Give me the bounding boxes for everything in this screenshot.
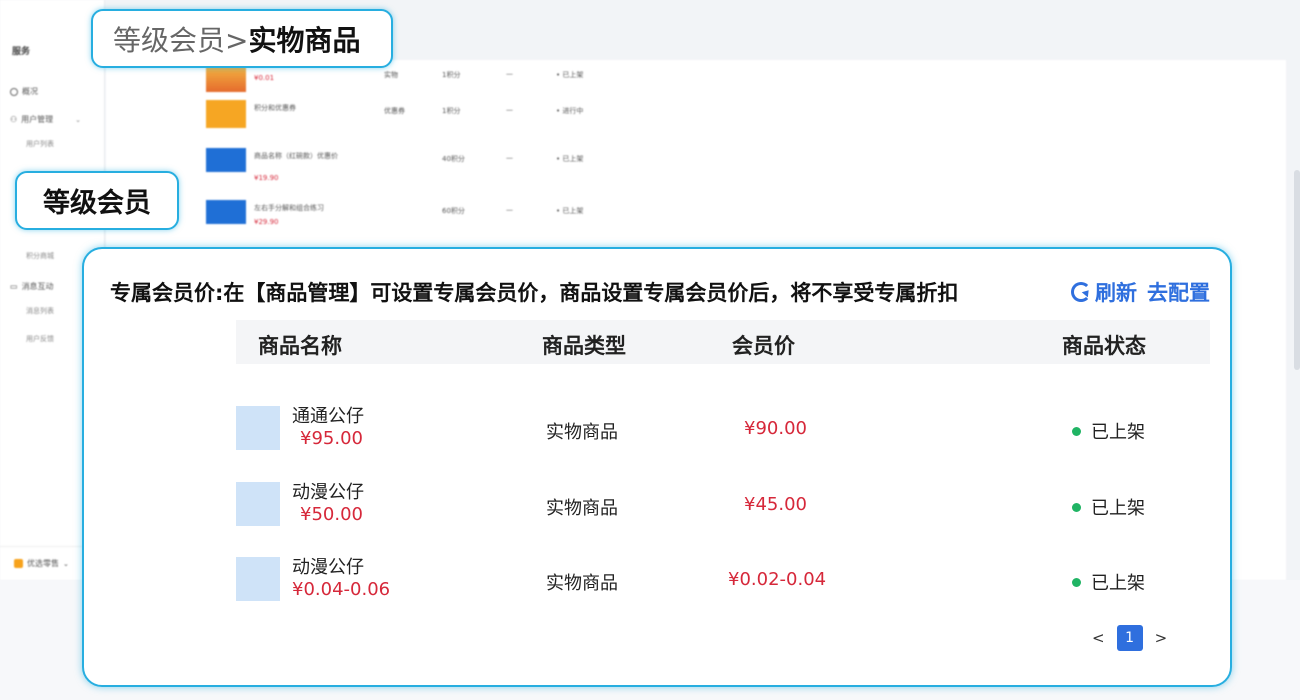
refresh-button[interactable]: 刷新	[1071, 277, 1137, 307]
pagination: < 1 >	[1092, 625, 1167, 651]
prev-page-button[interactable]: <	[1092, 629, 1105, 647]
product-thumbnail	[206, 200, 246, 224]
product-thumbnail	[236, 557, 280, 601]
member-price-panel: 专属会员价:在【商品管理】可设置专属会员价，商品设置专属会员价后，将不享受专属折…	[82, 247, 1232, 687]
product-type: 实物商品	[546, 498, 618, 519]
sidebar-item-user-management[interactable]: ⚇ 用户管理 ⌄	[10, 114, 81, 125]
sidebar-item-label: 概况	[22, 87, 38, 96]
product-name: 动漫公仔	[292, 557, 364, 578]
product-price: ¥50.00	[300, 504, 363, 525]
store-label: 优选零售	[27, 559, 59, 568]
breadcrumb-current: 实物商品	[248, 23, 361, 57]
product-price: ¥19.90	[254, 174, 279, 182]
product-points: 1积分	[442, 71, 461, 79]
product-thumbnail	[236, 406, 280, 450]
product-type: 实物商品	[546, 422, 618, 443]
sidebar-subitem-user-list[interactable]: 用户列表	[26, 139, 54, 149]
status-label: 已上架	[1091, 498, 1145, 519]
sidebar-item-overview[interactable]: 概况	[10, 86, 38, 97]
member-price: ¥0.02-0.04	[728, 569, 827, 590]
panel-actions: 刷新 去配置	[1071, 277, 1210, 307]
member-price-notice: 专属会员价:在【商品管理】可设置专属会员价，商品设置专属会员价后，将不享受专属折…	[110, 281, 959, 305]
refresh-label: 刷新	[1095, 281, 1137, 305]
placeholder-dash: —	[506, 70, 513, 78]
page-button-current[interactable]: 1	[1116, 625, 1143, 651]
sidebar-title: 服务	[12, 47, 31, 57]
product-status: • 进行中	[556, 107, 584, 115]
scrollbar[interactable]	[1294, 170, 1300, 370]
table-row[interactable]: 动漫公仔 ¥50.00 实物商品 ¥45.00 已上架	[236, 482, 1210, 532]
message-icon: ▭	[10, 282, 18, 291]
product-price: ¥29.90	[254, 218, 279, 226]
placeholder-dash: —	[506, 206, 513, 214]
product-name: 商品名称（红碗款）优惠价	[254, 152, 338, 160]
product-name: 通通公仔	[292, 406, 364, 427]
product-price: ¥95.00	[300, 428, 363, 449]
menu-callout: 等级会员	[15, 171, 179, 230]
product-status: 已上架	[1072, 494, 1145, 520]
member-price: ¥90.00	[744, 418, 807, 439]
status-dot	[1072, 502, 1081, 512]
table-row: ¥0.01 实物 1积分 — • 已上架	[206, 64, 706, 94]
product-thumbnail	[206, 148, 246, 172]
sidebar-item-messages[interactable]: ▭ 消息互动	[10, 281, 54, 292]
sidebar-item-label: 消息互动	[21, 282, 54, 291]
refresh-icon	[1071, 282, 1091, 302]
sidebar-subitem-message-list[interactable]: 消息列表	[26, 306, 54, 316]
product-price: ¥0.01	[254, 74, 275, 82]
configure-link[interactable]: 去配置	[1147, 277, 1210, 307]
product-type: 优惠券	[384, 107, 405, 115]
status-label: 已上架	[1091, 573, 1145, 594]
overview-icon	[10, 87, 18, 96]
column-header-name: 商品名称	[258, 334, 342, 358]
product-name: 左右手分解和组合练习	[254, 204, 324, 212]
table-row: 商品名称（红碗款）优惠价 ¥19.90 40积分 — • 已上架	[206, 148, 706, 182]
breadcrumb-callout: 等级会员> 实物商品	[91, 9, 393, 68]
table-header: 商品名称 商品类型 会员价 商品状态	[236, 320, 1210, 364]
product-points: 60积分	[442, 207, 465, 215]
table-row[interactable]: 通通公仔 ¥95.00 实物商品 ¥90.00 已上架	[236, 406, 1210, 456]
product-status: 已上架	[1072, 418, 1145, 444]
table-row: 左右手分解和组合练习 ¥29.90 60积分 — • 已上架	[206, 200, 706, 230]
status-dot	[1072, 426, 1081, 436]
product-thumbnail	[236, 482, 280, 526]
column-header-status: 商品状态	[1062, 334, 1146, 358]
column-header-type: 商品类型	[542, 334, 626, 358]
next-page-button[interactable]: >	[1155, 629, 1168, 647]
product-points: 1积分	[442, 107, 461, 115]
product-status: • 已上架	[556, 207, 584, 215]
table-row[interactable]: 动漫公仔 ¥0.04-0.06 实物商品 ¥0.02-0.04 已上架	[236, 557, 1210, 607]
placeholder-dash: —	[506, 154, 513, 162]
sidebar-subitem-points-mall[interactable]: 积分商城	[26, 251, 54, 261]
status-label: 已上架	[1091, 422, 1145, 443]
product-status: • 已上架	[556, 155, 584, 163]
sidebar-subitem-feedback[interactable]: 用户反馈	[26, 334, 54, 344]
product-name: 动漫公仔	[292, 482, 364, 503]
product-name: 积分和优惠券	[254, 104, 296, 112]
product-thumbnail	[206, 64, 246, 92]
product-type: 实物	[384, 71, 398, 79]
breadcrumb-parent: 等级会员>	[113, 23, 249, 57]
member-price: ¥45.00	[744, 494, 807, 515]
store-icon	[14, 559, 23, 568]
product-thumbnail	[206, 100, 246, 128]
product-points: 40积分	[442, 155, 465, 163]
sidebar-item-label: 用户管理	[21, 115, 54, 124]
table-row: 积分和优惠券 优惠券 1积分 — • 进行中	[206, 100, 706, 130]
product-price: ¥0.04-0.06	[292, 579, 391, 600]
chevron-down-icon: ⌄	[63, 559, 69, 568]
product-status: 已上架	[1072, 569, 1145, 595]
user-icon: ⚇	[10, 115, 18, 124]
chevron-down-icon: ⌄	[75, 115, 82, 124]
status-dot	[1072, 577, 1081, 587]
product-status: • 已上架	[556, 71, 584, 79]
placeholder-dash: —	[506, 106, 513, 114]
product-type: 实物商品	[546, 573, 618, 594]
column-header-member-price: 会员价	[732, 334, 795, 358]
